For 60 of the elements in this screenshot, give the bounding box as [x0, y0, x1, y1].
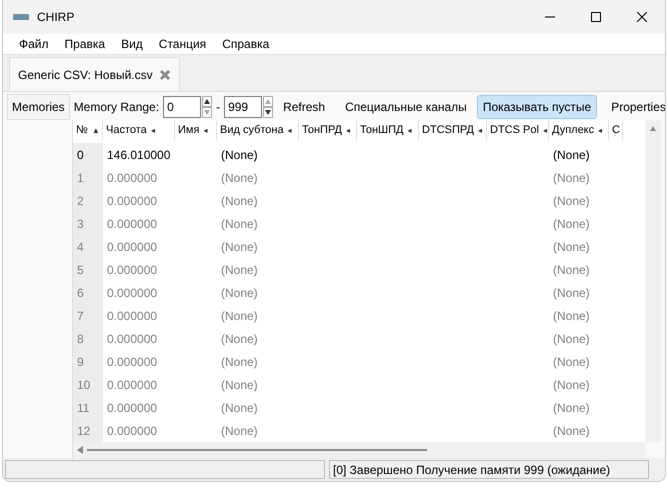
table-cell: 6	[73, 281, 103, 304]
sort-indicator: ◂	[598, 126, 602, 135]
column-header[interactable]: ТонШПД ◂	[357, 120, 419, 140]
range-to-field[interactable]: 999	[224, 96, 262, 118]
status-message: [0] Завершено Получение памяти 999 (ожидание)	[329, 460, 649, 479]
spin-arrows-icon[interactable]	[202, 96, 212, 118]
table-cell: 12	[73, 419, 103, 442]
close-icon	[637, 12, 647, 22]
menu-item[interactable]: Правка	[56, 36, 114, 51]
vertical-scrollbar[interactable]	[645, 120, 661, 442]
column-label: Вид субтона	[220, 124, 284, 136]
table-cell: 2	[73, 189, 103, 212]
column-label: ТонШПД	[360, 124, 404, 136]
column-header[interactable]: Дуплекс ◂	[549, 120, 609, 140]
sort-indicator: ◂	[478, 126, 482, 135]
column-label: ТонПРД	[302, 124, 342, 136]
menu-item[interactable]: Справка	[214, 36, 278, 51]
menu-item[interactable]: Станция	[150, 36, 214, 51]
column-label: №	[76, 124, 88, 136]
sort-indicator: ◂	[288, 126, 292, 135]
maximize-icon	[591, 12, 601, 22]
range-from-field[interactable]: 0	[163, 96, 202, 118]
memories-tab[interactable]: Memories	[7, 94, 70, 120]
table-cell: 1	[73, 166, 103, 190]
sort-indicator: ◂	[408, 126, 412, 135]
column-header[interactable]: ТонПРД ◂	[299, 120, 357, 140]
table-cell: 9	[73, 350, 103, 374]
special-channels-button[interactable]: Специальные каналы	[339, 95, 473, 120]
menu-item[interactable]: Вид	[113, 36, 151, 51]
memory-range-label: Memory Range:	[74, 100, 160, 114]
show-empty-button[interactable]: Показывать пустые	[476, 95, 598, 120]
table-cell: 8	[73, 327, 103, 350]
sort-indicator: ◂	[150, 126, 155, 135]
refresh-button[interactable]: Refresh	[277, 95, 332, 120]
column-label: Дуплекс	[552, 124, 594, 136]
app-icon	[13, 13, 29, 21]
range-separator: -	[216, 100, 220, 114]
scroll-left-icon[interactable]	[77, 446, 83, 454]
window-title: CHIRP	[37, 10, 76, 24]
sort-indicator: ◂	[346, 126, 350, 135]
table-cell: 11	[73, 396, 103, 420]
menu-item[interactable]: Файл	[11, 36, 57, 51]
sort-indicator: ◂	[542, 126, 547, 135]
table-cell: 4	[73, 235, 103, 258]
table-cell: 10	[73, 373, 103, 396]
table-cell: 7	[73, 304, 103, 328]
horizontal-scrollbar[interactable]	[73, 442, 645, 458]
column-label: С	[612, 124, 620, 136]
table-cell: 3	[73, 212, 103, 236]
spin-arrows-icon[interactable]	[263, 96, 274, 118]
column-label: Имя	[178, 124, 200, 136]
document-tab[interactable]: Generic CSV: Новый.csv	[9, 57, 180, 92]
table-cell: 0	[73, 143, 103, 166]
close-icon[interactable]	[158, 68, 171, 81]
column-label: DTCSПРД	[422, 124, 474, 136]
sort-indicator: ◂	[203, 126, 208, 135]
table-cell: 5	[73, 258, 103, 282]
sort-indicator: ▲	[92, 126, 100, 135]
column-label: DTCS Pol	[490, 124, 539, 136]
column-label: Частота	[106, 124, 147, 136]
